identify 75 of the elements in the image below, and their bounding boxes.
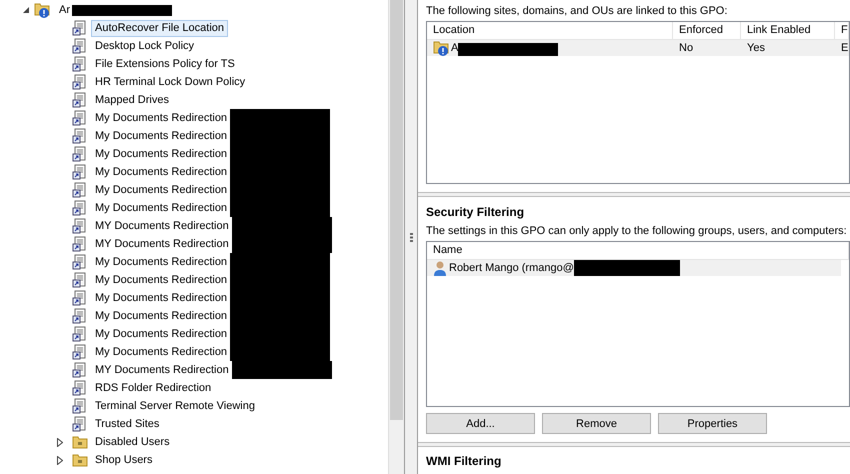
table-cell: Yes	[747, 42, 765, 54]
column-header[interactable]: F	[835, 22, 849, 39]
table-cell: E	[841, 42, 848, 54]
gpo-link-icon	[72, 326, 88, 342]
folder-icon	[72, 434, 88, 450]
grip-icon	[410, 232, 412, 242]
gpo-link-icon	[72, 362, 88, 378]
tree-item[interactable]: Shop Users	[91, 452, 156, 468]
table-cell: A	[451, 42, 458, 54]
expand-arrow-icon[interactable]	[57, 456, 63, 464]
gpo-link-icon	[72, 128, 88, 144]
tree-item[interactable]: HR Terminal Lock Down Policy	[91, 74, 250, 90]
table-cell: Robert Mango (rmango@	[449, 262, 574, 274]
gpo-link-icon	[72, 164, 88, 180]
gpo-link-icon	[72, 110, 88, 126]
gpo-link-icon	[72, 380, 88, 396]
links-caption: The following sites, domains, and OUs are linked to this GPO:	[426, 5, 728, 17]
tree-item[interactable]: MY Documents Redirection	[91, 362, 233, 378]
user-icon	[433, 260, 447, 276]
column-header[interactable]: Enforced	[673, 22, 741, 39]
tree-item[interactable]: My Documents Redirection	[91, 326, 232, 342]
table-cell: No	[679, 42, 694, 54]
tree-item[interactable]: My Documents Redirection	[91, 182, 232, 198]
tree-item[interactable]: My Documents Redirection	[91, 254, 232, 270]
gpo-link-icon	[72, 398, 88, 414]
dialog-button[interactable]: Add...	[426, 413, 535, 434]
dialog-button[interactable]: Remove	[542, 413, 651, 434]
section-heading: Security Filtering	[426, 205, 526, 220]
security-caption: The settings in this GPO can only apply to the following groups, users, and computers:	[426, 225, 848, 238]
tree-item[interactable]: Disabled Users	[91, 434, 174, 450]
tree-item[interactable]: Desktop Lock Policy	[91, 38, 198, 54]
gpo-link-icon	[72, 254, 88, 270]
tree-item[interactable]: AutoRecover File Location	[91, 20, 228, 36]
tree-item[interactable]: MY Documents Redirection	[91, 218, 233, 234]
tree-item[interactable]: RDS Folder Redirection	[91, 380, 216, 396]
tree-item[interactable]: My Documents Redirection	[91, 146, 232, 162]
collapse-arrow-icon[interactable]	[22, 6, 30, 14]
splitter-handle[interactable]	[404, 0, 418, 474]
tree-item[interactable]: Trusted Sites	[91, 416, 164, 432]
tree-item[interactable]: My Documents Redirection	[91, 272, 232, 288]
gpo-link-icon	[72, 308, 88, 324]
column-header[interactable]: Location	[427, 22, 673, 39]
tree-item[interactable]: My Documents Redirection	[91, 128, 232, 144]
column-header[interactable]: Link Enabled	[741, 22, 835, 39]
gpo-link-icon	[72, 146, 88, 162]
expand-arrow-icon[interactable]	[57, 438, 63, 446]
gpo-link-icon	[72, 236, 88, 252]
tree-item[interactable]: Mapped Drives	[91, 92, 173, 108]
tree-item[interactable]: My Documents Redirection	[91, 164, 232, 180]
tree-item[interactable]: My Documents Redirection	[91, 200, 232, 216]
tree-item[interactable]: MY Documents Redirection	[91, 236, 233, 252]
column-header[interactable]: Name	[427, 242, 849, 260]
gpo-link-icon	[72, 74, 88, 90]
gpo-link-icon	[72, 344, 88, 360]
gpo-link-icon	[72, 218, 88, 234]
gpo-link-icon	[72, 272, 88, 288]
tree-item[interactable]: File Extensions Policy for TS	[91, 56, 239, 72]
dialog-button[interactable]: Properties	[658, 413, 767, 434]
gpo-link-icon	[72, 56, 88, 72]
gpo-link-icon	[72, 290, 88, 306]
gpo-link-icon	[72, 92, 88, 108]
gpo-link-icon	[72, 20, 88, 36]
tree-item[interactable]: Terminal Server Remote Viewing	[91, 398, 259, 414]
tree-item[interactable]: My Documents Redirection	[91, 308, 232, 324]
gpo-link-icon	[72, 38, 88, 54]
folder-icon	[72, 452, 88, 468]
gpo-link-icon	[72, 416, 88, 432]
tree-item[interactable]: Ar	[55, 2, 74, 18]
tree-item[interactable]: My Documents Redirection	[91, 110, 232, 126]
section-heading: WMI Filtering	[426, 454, 502, 468]
gpo-link-icon	[72, 200, 88, 216]
tree-item[interactable]: My Documents Redirection	[91, 344, 232, 360]
gpo-link-icon	[72, 182, 88, 198]
scrollbar[interactable]	[388, 0, 404, 474]
tree-item[interactable]: My Documents Redirection	[91, 290, 232, 306]
